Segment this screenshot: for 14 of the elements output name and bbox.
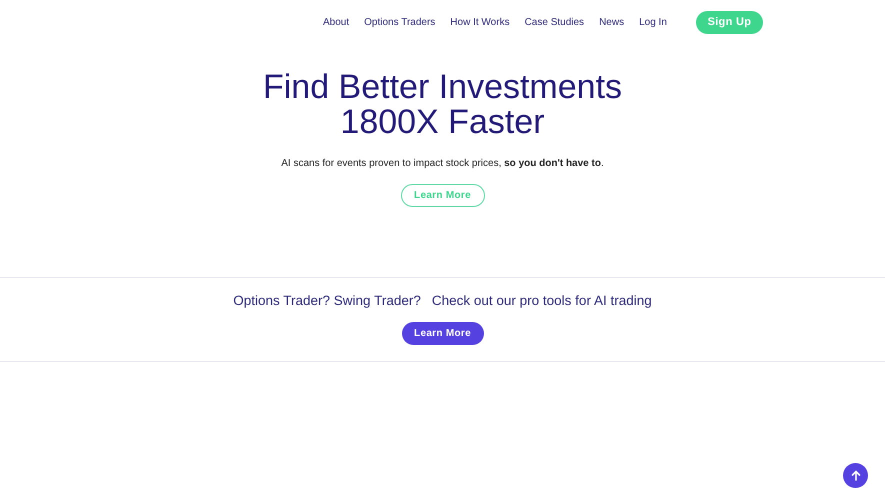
scroll-to-top-button[interactable] <box>843 463 868 488</box>
promo-text: Options Trader? Swing Trader? <box>233 293 421 308</box>
promo-text: Check out our pro tools for AI trading <box>432 293 652 308</box>
hero-heading-line: 1800X Faster <box>339 105 546 140</box>
nav-link[interactable]: Options Traders <box>364 16 436 28</box>
nav-link[interactable]: How It Works <box>450 16 510 28</box>
nav-link[interactable]: Case Studies <box>524 16 584 28</box>
nav-link[interactable]: News <box>599 16 624 28</box>
nav-link[interactable]: About <box>323 16 350 28</box>
learn-more-button[interactable]: Learn More <box>402 322 484 345</box>
arrow-up-icon <box>850 470 860 481</box>
hero-heading-line: Find Better Investments <box>262 70 622 105</box>
hero-subtitle: AI scans for events proven to impact stock prices, so you don't have to. <box>281 158 604 169</box>
nav-link[interactable]: Log In <box>639 16 667 28</box>
